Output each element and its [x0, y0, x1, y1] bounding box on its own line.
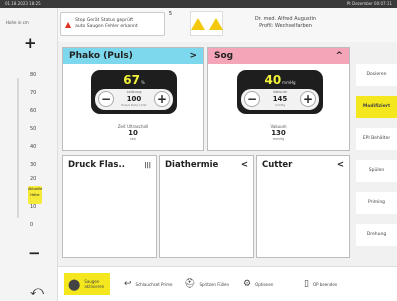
syringe-label: Spritzen Füllen — [199, 281, 230, 287]
back-arrow-icon[interactable]: ⤺ — [30, 284, 44, 299]
right-menu: Dosieren Modifiziert EPI Behälter Spülen… — [352, 50, 397, 260]
syringe-icon: ⛑ — [184, 279, 196, 289]
height-plus-button[interactable]: + — [24, 36, 37, 51]
alert-count: 5 — [168, 11, 172, 17]
phako-stepper-caption: Leistung — [126, 90, 142, 94]
chevron-right-icon[interactable]: > — [189, 51, 197, 61]
alert-message[interactable]: ▲ Stop Gerät Status geprüft auto Saugen … — [60, 11, 172, 36]
sog-header[interactable]: Sog ^ — [208, 48, 349, 64]
bottom-bar: ⬤ Saugen aktivieren ↩ Schlauchset Prime … — [58, 266, 397, 301]
warning-triangle-icon — [208, 17, 223, 30]
menu-item-epi[interactable]: EPI Behälter — [356, 128, 397, 150]
prime-label: Schlauchset Prime — [135, 281, 173, 287]
phako-foot-value: 10 — [128, 129, 138, 137]
end-op-button[interactable]: ▯ OP beenden — [304, 273, 337, 295]
alert-line-2: auto Saugen Fehler erkannt — [75, 24, 138, 29]
end-op-label: OP beenden — [312, 281, 338, 287]
height-scale-line — [17, 78, 19, 218]
phako-stepper: − Leistung 100 Puls/s Duty Limit + — [95, 89, 173, 110]
suction-label: Saugen aktivieren — [84, 279, 105, 289]
options-label: Optionen — [255, 281, 274, 287]
status-right: Pt Dezember 00:07:11 — [346, 1, 392, 6]
caution-button[interactable] — [190, 11, 223, 36]
phako-plus-button[interactable]: + — [154, 91, 170, 107]
warning-icon: ▲ — [65, 19, 72, 29]
phako-value: 67% — [123, 73, 145, 87]
status-bar: 01.18.2023 18:25 Pt Dezember 00:07:11 — [0, 0, 397, 8]
options-button[interactable]: ⚙ Optionen — [243, 273, 273, 295]
status-date: 01.18.2023 18:25 — [5, 1, 41, 6]
chevron-left-icon[interactable]: < — [241, 160, 248, 170]
sog-stepper-sub: mmHg — [274, 103, 285, 107]
gear-icon: ⚙ — [243, 279, 252, 289]
sog-stepper-value: 145 — [272, 95, 288, 103]
sog-foot-unit: mmHg — [272, 137, 285, 141]
height-tick: 40 — [30, 144, 37, 150]
height-minus-button[interactable]: − — [28, 246, 41, 261]
sog-dial: 40mmHg − Vakuum 145 mmHg + — [237, 70, 323, 114]
sog-minus-button[interactable]: − — [244, 91, 260, 107]
sog-stepper: − Vakuum 145 mmHg + — [241, 89, 319, 110]
height-tick: 50 — [30, 126, 37, 132]
phako-footer: Zeit Ultraschall 10 sek — [63, 124, 203, 141]
suction-button[interactable]: ⬤ Saugen aktivieren — [64, 273, 110, 295]
diathermie-panel[interactable]: Diathermie < — [159, 155, 254, 258]
height-tick: 10 — [30, 204, 37, 210]
phako-dial: 67% − Leistung 100 Puls/s Duty Limit + — [91, 70, 177, 114]
sog-panel: Sog ^ 40mmHg − Vakuum 145 mmHg + Vakuum … — [207, 47, 350, 151]
sog-foot-value: 130 — [271, 129, 286, 137]
left-height-panel: Hohe in cm + 80 70 60 50 40 30 20 10 0 A… — [0, 8, 58, 301]
door-icon: ▯ — [304, 279, 309, 289]
sog-stepper-caption: Vakuum — [272, 90, 288, 94]
height-marker[interactable]: Aktuelle Höhe — [28, 186, 42, 204]
height-label: Hohe in cm — [6, 20, 29, 25]
height-tick: 30 — [30, 162, 37, 168]
menu-item-priming[interactable]: Priming — [356, 192, 397, 214]
phako-foot-unit: sek — [129, 137, 136, 141]
phako-stepper-sub: Puls/s Duty Limit — [121, 103, 147, 107]
menu-item-modifiziert[interactable]: Modifiziert — [356, 96, 397, 118]
warning-triangle-icon — [190, 17, 205, 30]
cutter-header[interactable]: Cutter < — [257, 156, 349, 174]
height-marker-label: Höhe — [30, 193, 40, 197]
height-tick: 80 — [30, 72, 37, 78]
phako-stepper-value: 100 — [126, 95, 142, 103]
chevron-up-icon[interactable]: ^ — [335, 51, 343, 61]
phako-panel: Phako (Puls) > 67% − Leistung 100 Puls/s… — [62, 47, 204, 151]
phako-header[interactable]: Phako (Puls) > — [63, 48, 203, 64]
menu-item-drehung[interactable]: Drehung — [356, 224, 397, 246]
syringe-button[interactable]: ⛑ Spritzen Füllen — [184, 273, 229, 295]
menu-item-spuelen[interactable]: Spülen — [356, 160, 397, 182]
tube-icon: ↩ — [124, 279, 132, 289]
druck-panel[interactable]: Druck Flas.. ||| — [62, 155, 157, 258]
menu-item-dosieren[interactable]: Dosieren — [356, 64, 397, 86]
diathermie-header[interactable]: Diathermie < — [160, 156, 253, 174]
druck-title: Druck Flas.. — [68, 160, 125, 170]
chevron-left-icon[interactable]: < — [337, 160, 344, 170]
druck-header[interactable]: Druck Flas.. ||| — [63, 156, 156, 174]
sog-footer: Vakuum 130 mmHg — [208, 124, 349, 141]
prime-button[interactable]: ↩ Schlauchset Prime — [124, 273, 173, 295]
diathermie-title: Diathermie — [165, 160, 219, 170]
surgeon-profile[interactable]: Dr. med. Alfred Augustin Profil: Wechsel… — [243, 16, 328, 30]
phako-title: Phako (Puls) — [69, 51, 133, 61]
phako-minus-button[interactable]: − — [98, 91, 114, 107]
surgeon-profile-name: Profil: Wechselfarben — [259, 23, 312, 29]
height-tick: 20 — [30, 176, 37, 182]
height-tick: 70 — [30, 90, 37, 96]
sog-plus-button[interactable]: + — [300, 91, 316, 107]
pause-icon[interactable]: ||| — [144, 162, 151, 169]
height-tick: 60 — [30, 108, 37, 114]
height-tick: 0 — [30, 222, 34, 228]
sog-title: Sog — [214, 51, 234, 61]
surgeon-name: Dr. med. Alfred Augustin — [254, 16, 317, 22]
drop-icon: ⬤ — [68, 277, 81, 291]
cutter-panel[interactable]: Cutter < — [256, 155, 350, 258]
cutter-title: Cutter — [262, 160, 293, 170]
sog-value: 40mmHg — [264, 73, 296, 87]
